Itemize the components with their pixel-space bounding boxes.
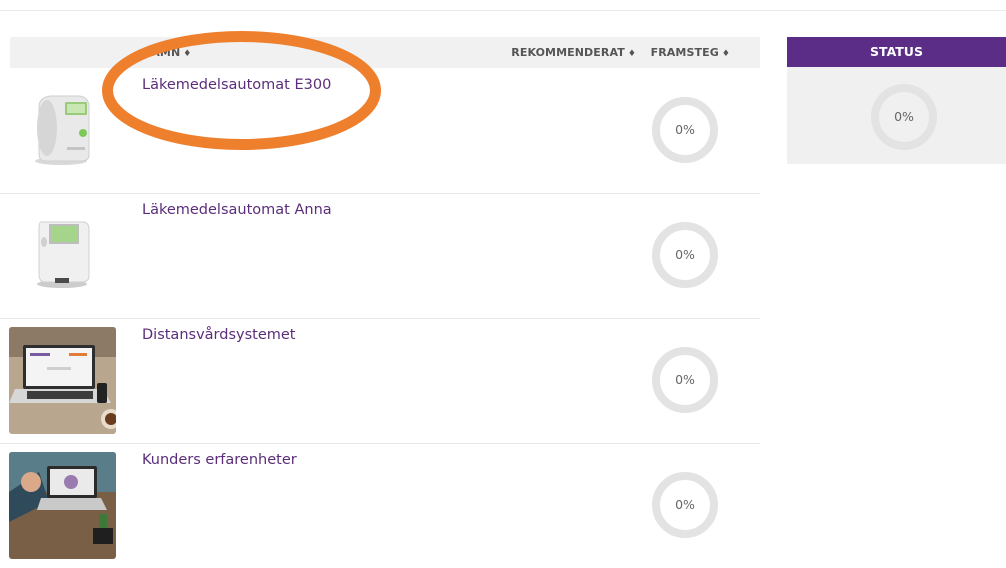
progress-value: 0% [675, 247, 695, 262]
sort-icon: ♦ [721, 49, 730, 59]
progress-value: 0% [675, 497, 695, 512]
status-header: STATUS [787, 37, 1006, 67]
sort-name-header[interactable]: NAMN ♦ [142, 46, 191, 59]
item-title-link[interactable]: Läkemedelsautomat Anna [142, 202, 332, 218]
item-title-link[interactable]: Kunders erfarenheter [142, 452, 297, 468]
item-title-link[interactable]: Läkemedelsautomat E300 [142, 77, 331, 93]
status-progress-value: 0% [894, 109, 914, 124]
table-row[interactable]: Läkemedelsautomat Anna 0% [0, 193, 760, 319]
progress-value: 0% [675, 372, 695, 387]
dispenser-anna-image[interactable] [9, 202, 116, 309]
status-panel: STATUS 0% [787, 37, 1006, 164]
sort-icon: ♦ [183, 49, 192, 59]
sort-progress-header[interactable]: FRAMSTEG ♦ [651, 46, 730, 59]
status-title: STATUS [870, 44, 923, 59]
progress-value: 0% [675, 122, 695, 137]
table-row[interactable]: Kunders erfarenheter 0% [0, 443, 760, 568]
table-row[interactable]: Distansvårdsystemet 0% [0, 318, 760, 444]
sort-recommended-header[interactable]: REKOMMENDERAT ♦ [511, 46, 636, 59]
dispenser-e300-image[interactable] [9, 77, 116, 184]
item-title-link[interactable]: Distansvårdsystemet [142, 327, 295, 343]
table-row[interactable]: Läkemedelsautomat E300 0% [0, 68, 760, 194]
laptop-desk-image[interactable] [9, 327, 116, 434]
sort-icon: ♦ [627, 49, 636, 59]
laptop-user-image[interactable] [9, 452, 116, 559]
top-divider [0, 10, 1006, 11]
table-header: NAMN ♦ REKOMMENDERAT ♦ FRAMSTEG ♦ [10, 37, 760, 68]
